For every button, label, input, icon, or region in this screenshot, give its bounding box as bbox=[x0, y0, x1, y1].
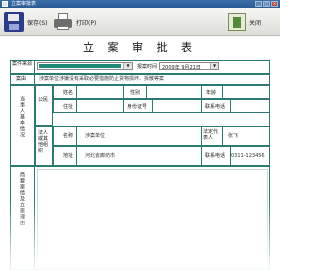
legal-rep-label: 法定代表人 bbox=[203, 129, 219, 141]
id-label: 身份证号 bbox=[127, 104, 148, 110]
window-title: 立案审批表 bbox=[11, 1, 37, 7]
legal-rep-value[interactable]: 张飞 bbox=[228, 133, 238, 139]
legal-label: 法人或其他组织 bbox=[38, 130, 49, 154]
org-name-value[interactable]: 涉案单位 bbox=[85, 133, 105, 139]
case-source-value bbox=[39, 64, 121, 68]
exit-label: 关闭 bbox=[249, 19, 262, 27]
org-name-label: 名称 bbox=[63, 133, 74, 139]
gender-label: 性别 bbox=[130, 90, 141, 96]
citizen-label-cell bbox=[35, 85, 53, 126]
window-controls: _ □ × bbox=[255, 1, 278, 7]
age-label: 年龄 bbox=[206, 90, 217, 96]
exit-button[interactable]: 关闭 bbox=[228, 12, 261, 32]
printer-icon bbox=[53, 13, 73, 31]
citizen-row-1 bbox=[53, 85, 270, 99]
case-source-select[interactable]: ▼ bbox=[37, 62, 133, 70]
report-date-value: 2009年 9月21日 bbox=[162, 65, 201, 71]
case-value[interactable]: 涉案单位涉嫌没有采取必要措施防止货物损坏、拆散等案 bbox=[39, 76, 164, 82]
org-addr-value[interactable]: 河北省廊坊市 bbox=[85, 153, 115, 159]
print-label: 打印(P) bbox=[76, 19, 97, 27]
address-label: 住址 bbox=[63, 104, 74, 110]
minimize-icon[interactable]: _ bbox=[255, 1, 262, 7]
toolbar: 保存(S) 打印(P) 关闭 bbox=[0, 8, 280, 36]
case-source-label: 案件来源 bbox=[12, 61, 33, 67]
maximize-icon[interactable]: □ bbox=[263, 1, 270, 7]
close-icon[interactable]: × bbox=[271, 1, 278, 7]
phone-label: 联系电话 bbox=[205, 104, 226, 110]
title-bar: 立案审批表 _ □ × bbox=[0, 0, 280, 8]
app-icon bbox=[2, 1, 8, 7]
form-title: 立 案 审 批 表 bbox=[83, 41, 197, 54]
save-label: 保存(S) bbox=[27, 19, 48, 27]
org-addr-label: 地址 bbox=[63, 153, 74, 159]
case-label: 案由 bbox=[16, 76, 27, 82]
citizen-label: 公民 bbox=[38, 97, 49, 103]
name-label-cell bbox=[53, 85, 77, 99]
report-time-label: 报案时间 bbox=[137, 64, 158, 70]
exit-door-icon bbox=[228, 13, 246, 31]
chevron-down-icon[interactable]: ▼ bbox=[123, 63, 132, 69]
citizen-row-2 bbox=[53, 99, 270, 113]
org-phone-value[interactable]: 0311-123456 bbox=[231, 153, 265, 159]
report-date-picker[interactable]: 2009年 9月21日 ▼ bbox=[159, 62, 219, 71]
bottom-fade bbox=[0, 200, 280, 270]
floppy-disk-icon bbox=[4, 12, 24, 32]
org-phone-label: 联系电话 bbox=[205, 153, 226, 159]
chevron-down-icon[interactable]: ▼ bbox=[210, 63, 218, 69]
party-section-label: 当事人基本情况 bbox=[19, 96, 25, 138]
print-button[interactable]: 打印(P) bbox=[53, 12, 96, 32]
save-button[interactable]: 保存(S) bbox=[4, 12, 48, 32]
